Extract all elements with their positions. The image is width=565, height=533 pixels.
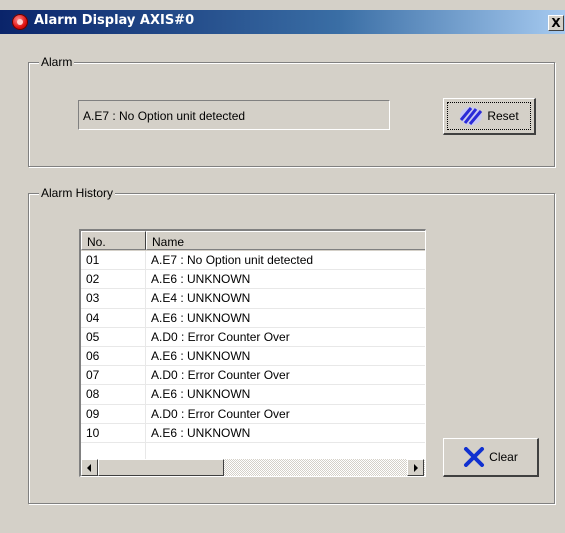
current-alarm-display: A.E7 : No Option unit detected <box>78 100 390 130</box>
list-item[interactable]: 02 A.E6 : UNKNOWN <box>81 270 425 290</box>
list-item[interactable]: 06 A.E6 : UNKNOWN <box>81 347 425 367</box>
row-alarm-name: A.E6 : UNKNOWN <box>151 348 251 363</box>
row-number: 10 <box>86 425 100 440</box>
list-rows: 01 A.E7 : No Option unit detected 02 A.E6 :… <box>81 251 425 443</box>
row-number: 04 <box>86 310 100 325</box>
window-title: Alarm Display AXIS#0 <box>34 13 195 28</box>
list-item[interactable]: 01 A.E7 : No Option unit detected <box>81 251 425 271</box>
reset-button[interactable]: Reset <box>443 98 536 135</box>
alarm-history-group-label: Alarm History <box>39 186 116 200</box>
row-number: 03 <box>86 291 100 306</box>
row-alarm-name: A.D0 : Error Counter Over <box>151 368 290 383</box>
alarm-history-list[interactable]: No. Name 01 A.E7 : No Option unit detecte… <box>79 229 426 477</box>
list-item[interactable]: 10 A.E6 : UNKNOWN <box>81 424 425 443</box>
list-item[interactable]: 04 A.E6 : UNKNOWN <box>81 309 425 328</box>
close-button[interactable]: X <box>548 15 564 31</box>
clear-button[interactable]: Clear <box>443 438 539 477</box>
row-alarm-name: A.E6 : UNKNOWN <box>151 310 251 325</box>
column-header-no[interactable]: No. <box>81 231 146 250</box>
row-number: 06 <box>86 348 100 363</box>
list-item[interactable]: 03 A.E4 : UNKNOWN <box>81 289 425 309</box>
scroll-thumb[interactable] <box>98 459 224 476</box>
scroll-right-button[interactable] <box>407 459 424 476</box>
row-number: 01 <box>86 253 100 267</box>
title-bar[interactable]: Alarm Display AXIS#0 X <box>0 10 565 34</box>
arrow-right-icon <box>414 464 418 472</box>
list-item[interactable]: 09 A.D0 : Error Counter Over <box>81 405 425 424</box>
alarm-group-label: Alarm <box>39 55 75 69</box>
row-alarm-name: A.E6 : UNKNOWN <box>151 387 251 402</box>
list-item[interactable]: 07 A.D0 : Error Counter Over <box>81 366 425 386</box>
list-item[interactable]: 08 A.E6 : UNKNOWN <box>81 385 425 405</box>
row-alarm-name: A.D0 : Error Counter Over <box>151 406 290 421</box>
row-number: 08 <box>86 387 100 402</box>
row-number: 09 <box>86 406 100 421</box>
arrow-left-icon <box>87 464 91 472</box>
row-alarm-name: A.E6 : UNKNOWN <box>151 272 251 287</box>
horizontal-scrollbar[interactable] <box>81 459 425 476</box>
clear-button-label: Clear <box>489 450 518 464</box>
reset-button-label: Reset <box>487 109 519 123</box>
row-alarm-name: A.E7 : No Option unit detected <box>151 253 314 267</box>
row-number: 02 <box>86 272 100 287</box>
reset-stripes-icon <box>460 107 483 125</box>
row-alarm-name: A.E6 : UNKNOWN <box>151 425 251 440</box>
row-number: 07 <box>86 368 100 383</box>
list-header: No. Name <box>81 231 425 251</box>
scroll-left-button[interactable] <box>81 459 98 476</box>
row-alarm-name: A.E4 : UNKNOWN <box>151 291 251 306</box>
red-alarm-icon <box>12 14 28 30</box>
row-alarm-name: A.D0 : Error Counter Over <box>151 329 290 344</box>
list-item[interactable]: 05 A.D0 : Error Counter Over <box>81 328 425 347</box>
row-number: 05 <box>86 329 100 344</box>
blue-x-icon <box>464 447 485 467</box>
column-header-name[interactable]: Name <box>146 231 425 250</box>
alarm-display-window: Alarm Display AXIS#0 X Alarm A.E7 : No O… <box>0 0 565 533</box>
